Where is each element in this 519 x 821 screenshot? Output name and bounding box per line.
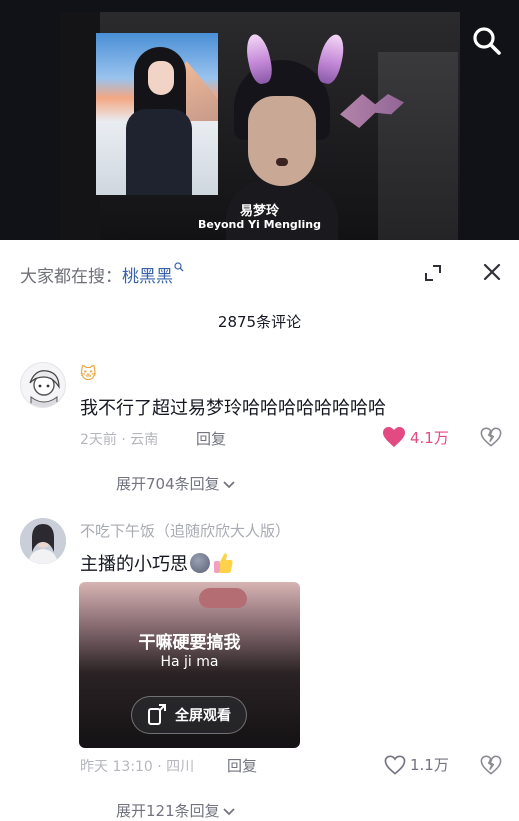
attached-video-title: 干嘛硬要搞我 (138, 633, 241, 653)
close-icon (483, 263, 501, 281)
thumbs-up-emoji-icon (214, 553, 233, 573)
video-caption-title: 易梦玲 (239, 204, 279, 219)
attached-video-subtitle: Ha ji ma (160, 654, 219, 670)
chevron-down-icon (223, 807, 235, 815)
gray-blob-emoji-icon (190, 553, 210, 573)
comment-count: 2875条评论 (217, 313, 302, 331)
like-button[interactable]: 1.1万 (384, 754, 449, 775)
fullscreen-label: 全屏观看 (175, 708, 231, 724)
comment-meta: 昨天 13:10 · 四川 (80, 759, 195, 775)
hot-search-prefix: 大家都在搜： (20, 267, 122, 287)
like-count: 1.1万 (410, 756, 449, 774)
dislike-button[interactable] (480, 426, 502, 448)
attached-video-card[interactable]: 干嘛硬要搞我 Ha ji ma 全屏观看 (79, 582, 300, 748)
heart-filled-icon (383, 427, 405, 447)
hot-search-bar[interactable]: 大家都在搜：桃黑黑 (20, 262, 184, 287)
hot-search-keyword[interactable]: 桃黑黑 (122, 267, 173, 287)
expand-replies-button[interactable]: 展开704条回复 (116, 473, 236, 494)
expand-replies-button[interactable]: 展开121条回复 (116, 800, 236, 821)
heart-outline-icon (384, 755, 406, 775)
chevron-down-icon (223, 480, 235, 488)
anime-avatar-icon (29, 370, 60, 407)
comment-sheet: 大家都在搜：桃黑黑 2875条评论 🐱 我不行了超过易梦玲哈哈哈哈哈哈哈哈 2天… (0, 240, 519, 821)
like-count: 4.1万 (410, 428, 449, 447)
comment-text: 我不行了超过易梦玲哈哈哈哈哈哈哈哈 (80, 398, 386, 419)
inset-photo (96, 33, 218, 195)
close-button[interactable] (482, 262, 502, 282)
avatar[interactable] (20, 362, 66, 408)
video-thumbnail-lips (199, 588, 247, 608)
reply-button[interactable]: 回复 (196, 428, 226, 449)
dislike-button[interactable] (480, 754, 502, 776)
user-photo-avatar (20, 518, 66, 564)
avatar[interactable] (20, 518, 66, 564)
broken-heart-icon (480, 427, 502, 447)
reply-button[interactable]: 回复 (227, 755, 257, 776)
expand-button[interactable] (424, 264, 442, 282)
broken-heart-icon (480, 755, 502, 775)
comment-meta: 2天前 · 云南 (80, 432, 159, 448)
small-search-icon (174, 262, 184, 272)
expand-replies-label: 展开704条回复 (116, 475, 220, 493)
comment-author-emoji[interactable]: 🐱 (80, 364, 97, 383)
fullscreen-watch-button[interactable]: 全屏观看 (131, 696, 247, 734)
comment-text: 主播的小巧思 (80, 554, 188, 575)
video-player[interactable]: 易梦玲 Beyond Yi Mengling (0, 0, 519, 240)
video-caption-subtitle: Beyond Yi Mengling (197, 218, 322, 231)
expand-icon (425, 265, 441, 281)
search-button[interactable] (470, 24, 504, 58)
search-icon (473, 27, 501, 55)
expand-replies-label: 展开121条回复 (116, 802, 220, 820)
inset-person (126, 47, 192, 195)
comment-author-name[interactable]: 不吃下午饭（追随欣欣大人版） (80, 520, 290, 541)
fullscreen-icon (148, 704, 166, 725)
like-button[interactable]: 4.1万 (382, 426, 449, 448)
comment-text-row: 主播的小巧思 (80, 550, 234, 576)
